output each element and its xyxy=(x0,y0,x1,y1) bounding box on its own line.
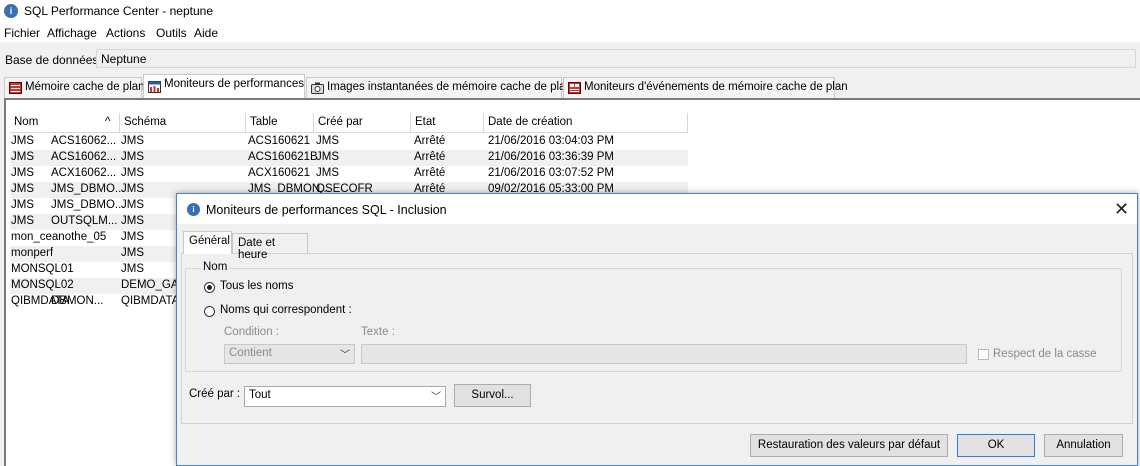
radio-all-names[interactable] xyxy=(204,282,215,293)
table-row[interactable]: JMS ACS16062... JMS ACS160621B JMS Arrêté 21/0… xyxy=(10,150,688,166)
table-cell-date: 21/06/2016 03:07:52 PM xyxy=(488,167,614,179)
table-cell-schema: JMS xyxy=(121,199,144,211)
text-input[interactable] xyxy=(361,344,967,364)
table-cell-nom-b: ACS16062... xyxy=(51,135,117,147)
table-cell-nom-a: JMS xyxy=(11,151,34,163)
table-cell-nom-b: JMS_DBMO... xyxy=(51,199,125,211)
radio-all-names-label: Tous les noms xyxy=(220,280,294,292)
inclusion-dialog: i Moniteurs de performances SQL - Inclus… xyxy=(176,193,1138,466)
app-icon: i xyxy=(187,203,200,216)
case-sensitive-label: Respect de la casse xyxy=(993,348,1097,360)
table-cell-nom-a: MONSQL01 xyxy=(11,263,74,275)
table-cell-schema: JMS xyxy=(121,247,144,259)
table-cell-cree-par: JMS xyxy=(316,151,339,163)
menu-aide[interactable]: Aide xyxy=(194,26,218,40)
tab-plan-cache-snapshots[interactable]: Images instantanées de mémoire cache de … xyxy=(306,77,572,98)
column-header-etat[interactable]: Etat xyxy=(411,113,484,133)
name-group-label: Nom xyxy=(201,261,230,273)
tab-performance-monitors[interactable]: Moniteurs de performances xyxy=(143,74,305,99)
database-label: Base de données : xyxy=(5,53,106,67)
table-cell-cree-par: JMS xyxy=(316,167,339,179)
condition-select[interactable]: Contient ﹀ xyxy=(224,344,355,364)
column-header-date-creation[interactable]: Date de création xyxy=(484,113,688,133)
plan-cache-icon xyxy=(9,82,22,94)
table-cell-schema: JMS xyxy=(121,231,144,243)
column-header-cree-par[interactable]: Créé par xyxy=(314,113,411,133)
table-cell-etat: Arrêté xyxy=(414,151,446,163)
column-header-schema[interactable]: Schéma xyxy=(120,113,246,133)
table-cell-date: 21/06/2016 03:04:03 PM xyxy=(488,135,614,147)
monitor-table-header: Nom ^ Schéma Table Créé par Etat Date de… xyxy=(10,113,688,134)
column-header-nom[interactable]: Nom ^ xyxy=(10,113,120,133)
restore-defaults-button[interactable]: Restauration des valeurs par défaut xyxy=(750,434,948,457)
tab-label: Moniteurs d'événements de mémoire cache … xyxy=(584,81,848,93)
cancel-button[interactable]: Annulation xyxy=(1044,434,1123,457)
text-label: Texte : xyxy=(361,326,395,338)
table-cell-nom-b: DBMON... xyxy=(51,295,104,307)
tab-label: Mémoire cache de plan xyxy=(25,81,145,93)
database-field[interactable]: Neptune xyxy=(96,49,1136,68)
dialog-title: Moniteurs de performances SQL - Inclusio… xyxy=(206,203,447,217)
table-cell-nom-a: monperf xyxy=(11,247,54,259)
dialog-title-bar: i Moniteurs de performances SQL - Inclus… xyxy=(177,194,1137,224)
table-cell-etat: Arrêté xyxy=(414,167,446,179)
table-cell-cree-par: JMS xyxy=(316,135,339,147)
ok-button[interactable]: OK xyxy=(957,434,1035,457)
menu-fichier[interactable]: Fichier xyxy=(4,26,40,40)
column-header-table[interactable]: Table xyxy=(246,113,314,133)
close-icon[interactable]: ✕ xyxy=(1114,199,1129,220)
menu-bar: Fichier Affichage Actions Outils Aide xyxy=(0,24,1140,42)
table-cell-schema: JMS xyxy=(121,167,144,179)
tab-plan-cache[interactable]: Mémoire cache de plan xyxy=(4,77,145,98)
chevron-down-icon: ﹀ xyxy=(340,350,350,361)
table-cell-schema: QIBMDATA xyxy=(121,295,180,307)
table-cell-table: ACX160621 xyxy=(248,167,311,179)
window-title: SQL Performance Center - neptune xyxy=(24,4,213,18)
created-by-select[interactable]: Tout ﹀ xyxy=(244,386,446,407)
table-cell-nom-a: JMS xyxy=(11,135,34,147)
tab-plan-cache-event-monitors[interactable]: Moniteurs d'événements de mémoire cache … xyxy=(563,77,848,98)
case-sensitive-checkbox[interactable] xyxy=(978,349,989,360)
table-cell-schema: JMS xyxy=(121,215,144,227)
condition-label: Condition : xyxy=(224,326,279,338)
menu-actions[interactable]: Actions xyxy=(106,26,145,40)
table-cell-table: ACS160621 xyxy=(248,135,311,147)
performance-monitor-icon xyxy=(148,81,161,93)
table-cell-date: 21/06/2016 03:36:39 PM xyxy=(488,151,614,163)
menu-outils[interactable]: Outils xyxy=(156,26,187,40)
chevron-down-icon: ﹀ xyxy=(431,392,441,403)
tab-general[interactable]: Général xyxy=(183,231,232,254)
table-cell-nom-a: JMS xyxy=(11,167,34,179)
table-cell-nom-a: mon_ceanothe_05 xyxy=(11,231,107,243)
tab-label: Images instantanées de mémoire cache de … xyxy=(327,81,572,93)
table-cell-nom-b: ACS16062... xyxy=(51,151,117,163)
table-cell-nom-a: MONSQL02 xyxy=(11,279,74,291)
table-cell-nom-a: JMS xyxy=(11,215,34,227)
table-cell-schema: JMS xyxy=(121,151,144,163)
table-cell-nom-a: JMS xyxy=(11,199,34,211)
table-row[interactable]: JMS ACS16062... JMS ACS160621 JMS Arrêté 21/06… xyxy=(10,134,688,150)
camera-icon xyxy=(311,82,324,94)
sort-ascending-icon: ^ xyxy=(105,116,111,128)
tab-label: Moniteurs de performances xyxy=(164,78,304,90)
table-cell-nom-a: JMS xyxy=(11,183,34,195)
event-monitor-icon xyxy=(568,82,581,94)
radio-matching-names[interactable] xyxy=(204,306,215,317)
radio-matching-names-label: Noms qui correspondent : xyxy=(220,304,352,316)
table-row[interactable]: JMS ACX16062... JMS ACX160621 JMS Arrêté 21/06… xyxy=(10,166,688,182)
created-by-label: Créé par : xyxy=(189,388,241,400)
table-cell-schema: JMS xyxy=(121,135,144,147)
table-cell-schema: JMS xyxy=(121,183,144,195)
browse-button[interactable]: Survol... xyxy=(454,384,531,407)
app-icon: i xyxy=(4,4,18,18)
table-cell-nom-b: ACX16062... xyxy=(51,167,117,179)
tab-date-et-heure[interactable]: Date et heure xyxy=(232,233,308,261)
table-cell-schema: JMS xyxy=(121,263,144,275)
window-title-bar: i SQL Performance Center - neptune xyxy=(0,0,1140,24)
table-cell-etat: Arrêté xyxy=(414,135,446,147)
table-cell-nom-b: OUTSQLM... xyxy=(51,215,118,227)
table-cell-table: ACS160621B xyxy=(248,151,318,163)
menu-affichage[interactable]: Affichage xyxy=(47,26,97,40)
table-cell-nom-b: JMS_DBMO... xyxy=(51,183,125,195)
